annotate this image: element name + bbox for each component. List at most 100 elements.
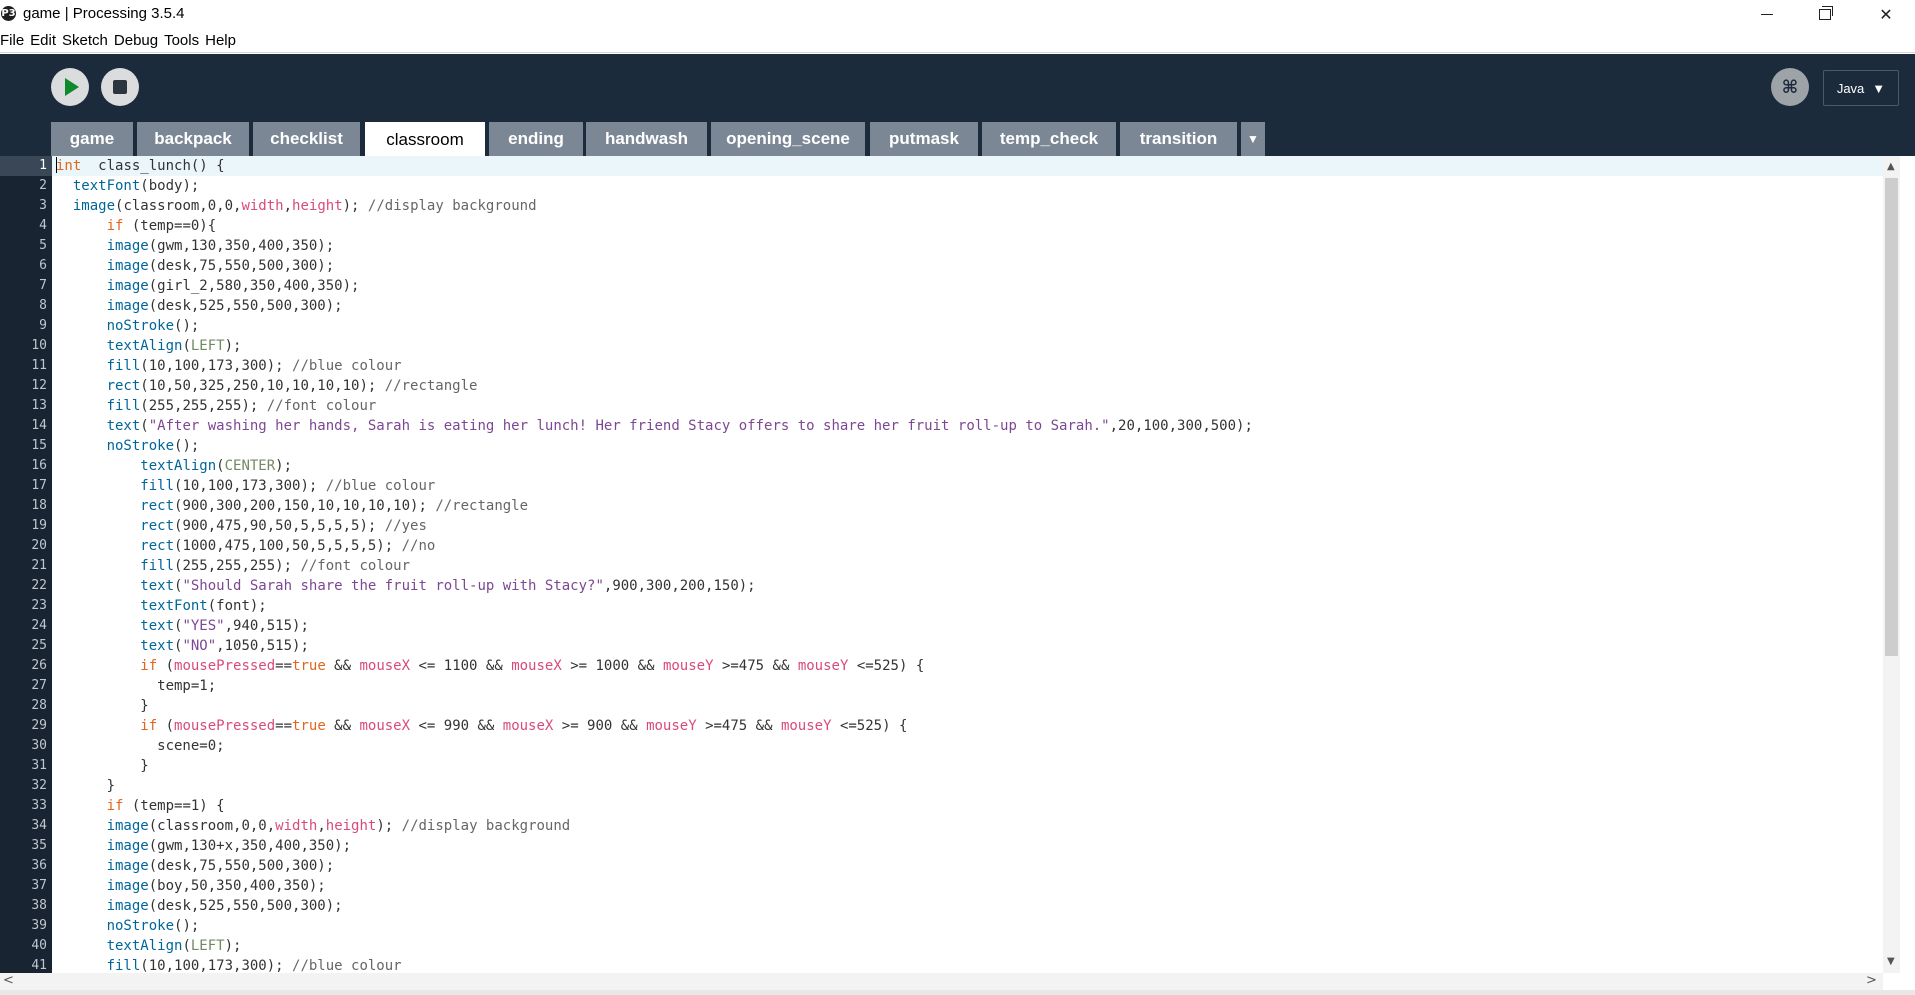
code-token: (boy,50,350,400,350);: [148, 878, 326, 894]
code-line[interactable]: rect(900,300,200,150,10,10,10,10); //rec…: [52, 496, 1883, 516]
code-token: CENTER: [224, 458, 276, 474]
line-number: 37: [31, 878, 47, 893]
scroll-right-icon[interactable]: >: [1866, 973, 1877, 988]
code-line[interactable]: text("After washing her hands, Sarah is …: [52, 416, 1883, 436]
scroll-left-icon[interactable]: <: [3, 973, 14, 988]
code-line[interactable]: textFont(font);: [52, 596, 1883, 616]
code-line[interactable]: textAlign(LEFT);: [52, 336, 1883, 356]
vertical-scrollbar[interactable]: ▲ ▼: [1883, 156, 1900, 973]
code-editor[interactable]: int class_lunch() { textFont(body); imag…: [52, 156, 1883, 973]
line-number: 18: [31, 498, 47, 513]
tab-transition[interactable]: transition: [1120, 122, 1237, 156]
code-line[interactable]: image(gwm,130,350,400,350);: [52, 236, 1883, 256]
code-token: mouseY: [662, 658, 714, 674]
code-line[interactable]: noStroke();: [52, 916, 1883, 936]
tab-checklist[interactable]: checklist: [253, 122, 360, 156]
close-button[interactable]: ✕: [1857, 0, 1915, 29]
code-line[interactable]: image(girl_2,580,350,400,350);: [52, 276, 1883, 296]
stop-button[interactable]: [101, 68, 139, 106]
code-token: width: [275, 818, 318, 834]
code-line[interactable]: rect(10,50,325,250,10,10,10,10); //recta…: [52, 376, 1883, 396]
code-line[interactable]: int class_lunch() {: [52, 156, 1883, 176]
code-line[interactable]: fill(10,100,173,300); //blue colour: [52, 956, 1883, 973]
horizontal-scrollbar[interactable]: < >: [0, 973, 1883, 990]
tab-classroom[interactable]: classroom: [365, 122, 485, 157]
code-token: );: [224, 938, 242, 954]
tab-menu-button[interactable]: ▼: [1241, 122, 1265, 156]
code-token: (900,300,200,150,10,10,10,10);: [174, 498, 436, 514]
menu-sketch[interactable]: Sketch: [62, 32, 112, 49]
code-line[interactable]: textFont(body);: [52, 176, 1883, 196]
code-line[interactable]: if (temp==1) {: [52, 796, 1883, 816]
code-line[interactable]: scene=0;: [52, 736, 1883, 756]
scroll-down-icon[interactable]: ▼: [1887, 956, 1895, 967]
code-line[interactable]: rect(900,475,90,50,5,5,5,5); //yes: [52, 516, 1883, 536]
code-line[interactable]: text("NO",1050,515);: [52, 636, 1883, 656]
code-line[interactable]: image(desk,75,550,500,300);: [52, 856, 1883, 876]
scroll-up-icon[interactable]: ▲: [1887, 161, 1895, 172]
code-line[interactable]: fill(10,100,173,300); //blue colour: [52, 476, 1883, 496]
code-line[interactable]: fill(255,255,255); //font colour: [52, 396, 1883, 416]
code-line[interactable]: image(desk,525,550,500,300);: [52, 896, 1883, 916]
code-line[interactable]: text("Should Sarah share the fruit roll-…: [52, 576, 1883, 596]
code-line[interactable]: noStroke();: [52, 316, 1883, 336]
code-line[interactable]: temp=1;: [52, 676, 1883, 696]
line-number: 35: [31, 838, 47, 853]
code-token: image: [106, 898, 149, 914]
tab-handwash[interactable]: handwash: [586, 122, 707, 156]
code-line[interactable]: image(classroom,0,0,width,height); //dis…: [52, 196, 1883, 216]
code-line[interactable]: text("YES",940,515);: [52, 616, 1883, 636]
code-token: //blue colour: [292, 958, 402, 973]
minimize-button[interactable]: [1738, 0, 1796, 29]
code-line[interactable]: fill(10,100,173,300); //blue colour: [52, 356, 1883, 376]
tab-backpack[interactable]: backpack: [137, 122, 249, 156]
code-line[interactable]: textAlign(LEFT);: [52, 936, 1883, 956]
code-line[interactable]: textAlign(CENTER);: [52, 456, 1883, 476]
code-line[interactable]: image(desk,75,550,500,300);: [52, 256, 1883, 276]
code-line[interactable]: rect(1000,475,100,50,5,5,5,5); //no: [52, 536, 1883, 556]
processing-app-icon: P3: [1, 6, 16, 21]
code-line[interactable]: image(gwm,130+x,350,400,350);: [52, 836, 1883, 856]
menu-help[interactable]: Help: [205, 32, 240, 49]
tab-game[interactable]: game: [51, 122, 133, 156]
scrollbar-thumb[interactable]: [1885, 178, 1898, 656]
menu-debug[interactable]: Debug: [114, 32, 162, 49]
menu-file[interactable]: File: [0, 32, 28, 49]
line-number: 23: [31, 598, 47, 613]
mode-selector[interactable]: Java ▼: [1823, 70, 1899, 106]
code-line[interactable]: if (mousePressed==true && mouseX <= 990 …: [52, 716, 1883, 736]
code-line[interactable]: }: [52, 776, 1883, 796]
run-button[interactable]: [51, 68, 89, 106]
tab-ending[interactable]: ending: [489, 122, 583, 156]
code-line[interactable]: }: [52, 756, 1883, 776]
code-token: (: [157, 658, 175, 674]
code-line[interactable]: if (mousePressed==true && mouseX <= 1100…: [52, 656, 1883, 676]
code-line[interactable]: if (temp==0){: [52, 216, 1883, 236]
code-token: //no: [401, 538, 436, 554]
line-number: 32: [31, 778, 47, 793]
code-line[interactable]: fill(255,255,255); //font colour: [52, 556, 1883, 576]
code-token: (temp==0){: [123, 218, 217, 234]
maximize-button[interactable]: [1796, 0, 1854, 29]
tab-putmask[interactable]: putmask: [870, 122, 978, 156]
menu-tools[interactable]: Tools: [164, 32, 203, 49]
code-line[interactable]: }: [52, 696, 1883, 716]
code-token: class_lunch() {: [81, 158, 225, 174]
code-token: mouseX: [502, 718, 554, 734]
code-line[interactable]: noStroke();: [52, 436, 1883, 456]
menu-edit[interactable]: Edit: [30, 32, 60, 49]
code-token: (classroom,0,0,: [115, 198, 242, 214]
tab-opening-scene[interactable]: opening_scene: [711, 122, 865, 156]
code-line[interactable]: image(desk,525,550,500,300);: [52, 296, 1883, 316]
code-line[interactable]: image(classroom,0,0,width,height); //dis…: [52, 816, 1883, 836]
tab-temp-check[interactable]: temp_check: [982, 122, 1116, 156]
restore-icon: [1819, 6, 1833, 20]
debugger-button[interactable]: ⌘: [1771, 68, 1809, 106]
code-token: LEFT: [190, 338, 225, 354]
code-token: textFont: [72, 178, 141, 194]
code-line[interactable]: image(boy,50,350,400,350);: [52, 876, 1883, 896]
